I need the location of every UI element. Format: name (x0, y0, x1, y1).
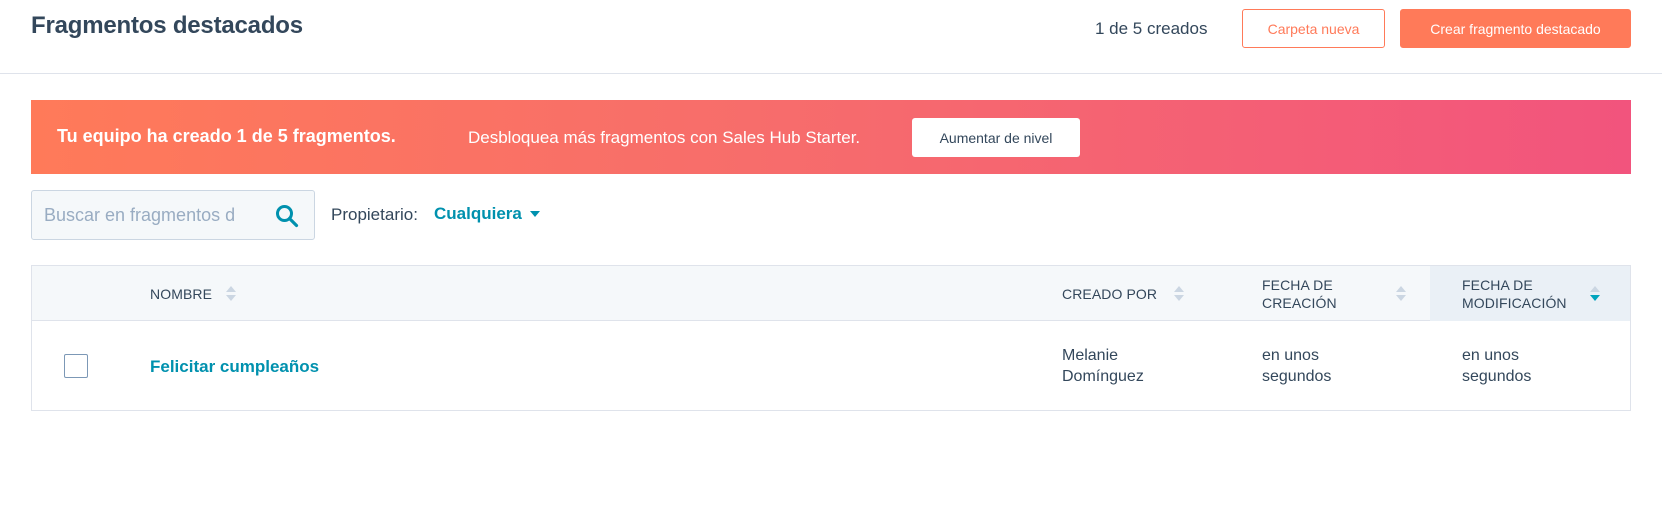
new-folder-button[interactable]: Carpeta nueva (1242, 9, 1385, 48)
upgrade-banner: Tu equipo ha creado 1 de 5 fragmentos. D… (31, 100, 1631, 174)
cell-created-by: Melanie Domínguez (1062, 347, 1144, 385)
caret-down-icon (529, 211, 540, 217)
sort-descending-icon (1590, 286, 1600, 302)
search-icon[interactable] (275, 204, 299, 228)
page-header: Fragmentos destacados 1 de 5 creados Car… (0, 0, 1662, 74)
owner-filter-label: Propietario: (331, 205, 418, 224)
column-header-created-by[interactable]: CREADO POR (1062, 266, 1242, 321)
column-header-name-label: NOMBRE (150, 285, 213, 302)
snippet-name-link[interactable]: Felicitar cumpleaños (150, 357, 319, 377)
sort-icon (226, 286, 236, 302)
column-header-created-by-label: CREADO POR (1062, 285, 1158, 302)
upgrade-button[interactable]: Aumentar de nivel (912, 118, 1080, 157)
cell-created-date: en unos segundos (1262, 347, 1332, 385)
banner-title: Tu equipo ha creado 1 de 5 fragmentos. (57, 126, 396, 146)
column-header-name[interactable]: NOMBRE (150, 266, 310, 321)
snippets-table: NOMBRE CREADO POR FECHA DE CREACIÓN FECH… (31, 265, 1631, 411)
create-snippet-button[interactable]: Crear fragmento destacado (1400, 9, 1631, 48)
sort-icon (1174, 286, 1184, 302)
banner-message: Desbloquea más fragmentos con Sales Hub … (468, 128, 861, 147)
page-title: Fragmentos destacados (31, 12, 303, 39)
sort-icon (1396, 286, 1406, 302)
search-input[interactable] (44, 191, 264, 239)
page: Fragmentos destacados 1 de 5 creados Car… (0, 0, 1662, 517)
cell-modified-date: en unos segundos (1462, 347, 1532, 385)
table-row: Felicitar cumpleaños Melanie Domínguez e… (32, 322, 1630, 410)
owner-filter-value: Cualquiera (434, 204, 522, 223)
column-header-created-date-label: FECHA DE CREACIÓN (1262, 276, 1337, 311)
column-header-modified-date[interactable]: FECHA DE MODIFICACIÓN (1430, 266, 1630, 321)
owner-filter-dropdown[interactable]: Cualquiera (434, 204, 540, 224)
column-header-modified-date-label: FECHA DE MODIFICACIÓN (1462, 276, 1567, 311)
row-checkbox[interactable] (64, 354, 88, 378)
table-header: NOMBRE CREADO POR FECHA DE CREACIÓN FECH… (32, 266, 1630, 321)
search-box (31, 190, 315, 240)
snippet-count: 1 de 5 creados (1095, 19, 1208, 38)
